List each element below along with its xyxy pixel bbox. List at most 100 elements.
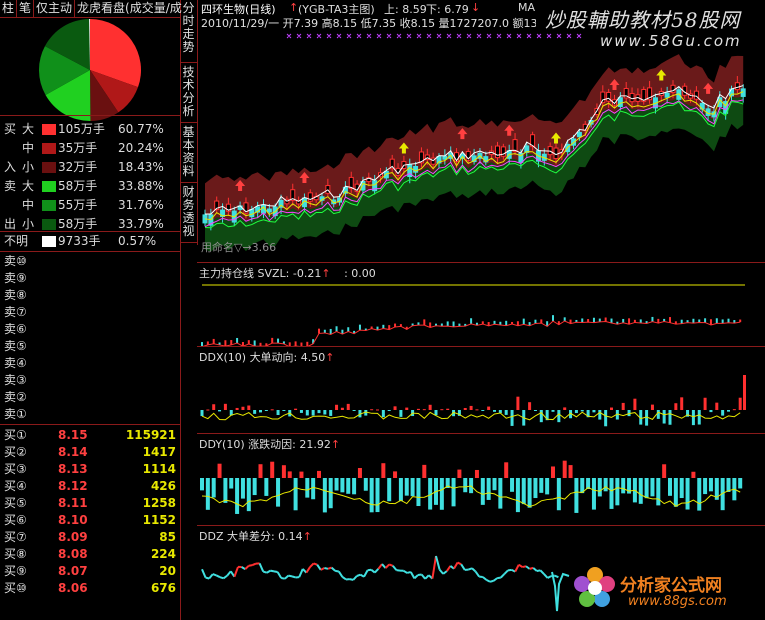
buy-level-row[interactable]: 买⑤ 8.11 1258: [0, 495, 180, 512]
ddx-bar: [259, 410, 262, 413]
ddz-segment: [298, 568, 304, 578]
ddy-bar: [381, 463, 386, 478]
buy-level-row[interactable]: 买⑨ 8.07 20: [0, 563, 180, 580]
ddx-bar: [656, 410, 660, 419]
ddy-bar: [463, 478, 468, 493]
candle-body: [512, 139, 518, 152]
sell-level-label: 卖①: [4, 407, 27, 421]
ddx-bar: [329, 410, 333, 416]
vtab-financial[interactable]: 财务透视: [180, 186, 197, 243]
ddx-bar: [574, 410, 578, 414]
ddy-bar: [200, 478, 204, 491]
ddy-bar: [451, 478, 456, 507]
buy-level-label: 买⑥: [4, 513, 27, 527]
ddx-bar: [370, 409, 374, 411]
buy-level-row[interactable]: 买⑥ 8.10 1152: [0, 512, 180, 529]
vertical-tabs: 分时走势 技术分析 基本资料 财务透视: [180, 0, 198, 245]
flow-swatch: [42, 143, 56, 154]
tab-active-only[interactable]: 仅主动: [34, 0, 76, 17]
ddy-bar: [457, 469, 462, 478]
sell-level-label: 卖⑤: [4, 339, 27, 353]
ddz-segment: [252, 562, 257, 567]
ddy-bar: [673, 478, 678, 507]
ddx-bar: [440, 409, 444, 411]
buy-level-price: 8.13: [58, 462, 88, 476]
buy-level-label: 买②: [4, 445, 27, 459]
buy-level-qty: 426: [150, 479, 176, 493]
ddx-bar: [223, 403, 227, 410]
tab-pen[interactable]: 笔: [17, 0, 35, 17]
ddx-bar: [721, 410, 725, 416]
sell-level-row[interactable]: 卖②: [0, 389, 180, 406]
vtab-technical[interactable]: 技术分析: [180, 66, 197, 123]
flow-swatch: [42, 200, 56, 211]
ddy-bar: [504, 462, 509, 478]
ddz-segment: [388, 563, 394, 567]
buy-level-row[interactable]: 买⑩ 8.06 676: [0, 580, 180, 597]
ddy-bar: [240, 478, 245, 499]
ddz-segment: [223, 574, 228, 580]
sell-level-row[interactable]: 卖③: [0, 372, 180, 389]
sell-level-row[interactable]: 卖⑨: [0, 270, 180, 287]
ddx-bar: [563, 407, 567, 410]
ddz-segment: [453, 562, 459, 570]
ddz-segment: [482, 576, 488, 581]
ddx-bar: [200, 410, 204, 417]
ddx-bar: [270, 409, 274, 411]
ddz-segment: [270, 569, 275, 573]
sell-level-row[interactable]: 卖④: [0, 355, 180, 372]
buy-level-label: 买⑩: [4, 581, 27, 595]
ohlc-info: 2010/11/29/一 开7.39 高8.15 低7.35 收8.15 量17…: [201, 17, 536, 30]
divider: [0, 251, 180, 252]
ddy-bar: [574, 478, 579, 513]
candle-body: [600, 91, 606, 104]
vtab-label: 技术分析: [182, 65, 195, 118]
ddz-segment: [316, 564, 322, 571]
ma-label: MA: [518, 1, 536, 14]
ddx-bar: [469, 405, 473, 410]
lower-band-area: [205, 96, 744, 252]
ddy-bar: [533, 478, 538, 499]
flow-row: 中 35万手 20.24%: [0, 139, 180, 158]
buy-level-label: 买⑨: [4, 564, 27, 578]
sell-level-row[interactable]: 卖①: [0, 406, 180, 423]
ddz-segment: [539, 569, 545, 575]
up-arrow-icon: ↑: [289, 1, 299, 14]
sell-level-row[interactable]: 卖⑦: [0, 304, 180, 321]
ddz-segment: [409, 571, 416, 579]
ddz-segment: [320, 567, 325, 571]
vtab-fundamental[interactable]: 基本资料: [180, 126, 197, 183]
ddy-bar: [662, 464, 667, 478]
buy-level-row[interactable]: 买② 8.14 1417: [0, 444, 180, 461]
ddy-bar: [346, 478, 351, 494]
ddz-segment: [276, 571, 283, 579]
buy-level-row[interactable]: 买④ 8.12 426: [0, 478, 180, 495]
sell-level-row[interactable]: 卖⑩: [0, 253, 180, 270]
buy-level-row[interactable]: 买① 8.15 115921: [0, 427, 180, 444]
ddz-segment: [374, 568, 380, 574]
buy-level-row[interactable]: 买⑧ 8.08 224: [0, 546, 180, 563]
ddy-bar: [211, 478, 216, 498]
sell-level-label: 卖⑦: [4, 305, 27, 319]
ddz-segment: [551, 571, 570, 612]
vtab-intraday[interactable]: 分时走势: [180, 2, 197, 63]
buy-level-row[interactable]: 买③ 8.13 1114: [0, 461, 180, 478]
ddx-bar: [206, 409, 210, 411]
flow-swatch: [42, 162, 56, 173]
buy-level-label: 买①: [4, 428, 27, 442]
tab-bar[interactable]: 柱: [0, 0, 18, 17]
sell-level-row[interactable]: 卖⑥: [0, 321, 180, 338]
buy-level-qty: 85: [159, 530, 176, 544]
ddx-bar: [668, 410, 672, 425]
flow-row: 大 105万手 60.77%: [0, 120, 180, 139]
sell-level-row[interactable]: 卖⑧: [0, 287, 180, 304]
ddz-segment: [363, 569, 369, 578]
ddx-bar: [504, 410, 508, 415]
sell-level-row[interactable]: 卖⑤: [0, 338, 180, 355]
ddx-bar: [393, 406, 397, 410]
tab-dragon-tiger[interactable]: 龙虎看盘(成交量/成: [75, 0, 184, 17]
ddz-segment: [356, 573, 361, 577]
ddy-bar: [568, 465, 573, 478]
ddx-bar: [674, 403, 678, 410]
buy-level-row[interactable]: 买⑦ 8.09 85: [0, 529, 180, 546]
